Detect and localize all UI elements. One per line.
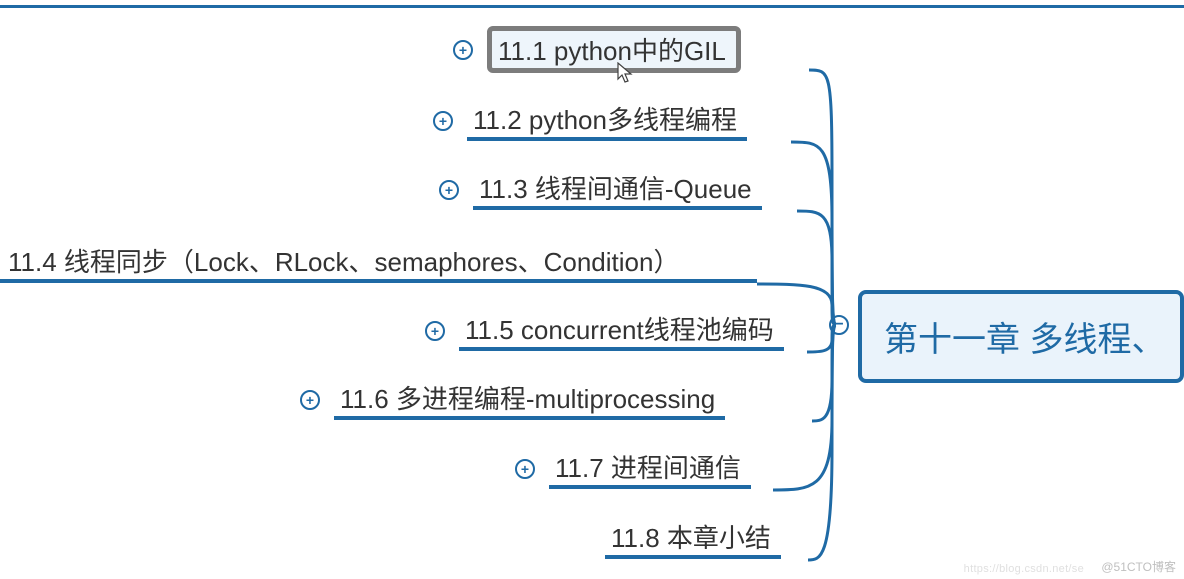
top-border	[0, 5, 1184, 8]
plus-icon[interactable]: +	[300, 390, 320, 410]
node-label: 11.2 python多线程编程	[467, 100, 747, 141]
plus-icon[interactable]: +	[433, 111, 453, 131]
mindmap-root-node[interactable]: 第十一章 多线程、	[858, 290, 1184, 383]
mindmap-node-11-8[interactable]: 11.8 本章小结	[605, 518, 781, 559]
plus-icon[interactable]: +	[425, 321, 445, 341]
node-label: 11.1 python中的GIL	[492, 30, 736, 72]
node-label: 11.3 线程间通信-Queue	[473, 169, 762, 210]
plus-icon[interactable]: +	[439, 180, 459, 200]
node-label: 11.7 进程间通信	[549, 448, 751, 489]
watermark-url: https://blog.csdn.net/se	[964, 563, 1084, 575]
mindmap-node-11-5[interactable]: + 11.5 concurrent线程池编码	[425, 310, 784, 351]
watermark-text: @51CTO博客	[1101, 558, 1176, 575]
node-label: 11.8 本章小结	[605, 518, 781, 559]
mindmap-node-11-2[interactable]: + 11.2 python多线程编程	[433, 100, 747, 141]
node-label: 11.6 多进程编程-multiprocessing	[334, 379, 725, 420]
collapse-toggle[interactable]: −	[829, 315, 849, 335]
plus-icon[interactable]: +	[515, 459, 535, 479]
node-label: 11.4 线程同步（Lock、RLock、semaphores、Conditio…	[0, 242, 689, 283]
node-label: 11.5 concurrent线程池编码	[459, 310, 784, 351]
mindmap-node-11-1[interactable]: + 11.1 python中的GIL	[453, 26, 741, 73]
mindmap-node-11-7[interactable]: + 11.7 进程间通信	[515, 448, 751, 489]
mindmap-node-11-4[interactable]: 11.4 线程同步（Lock、RLock、semaphores、Conditio…	[0, 242, 757, 283]
mindmap-node-11-6[interactable]: + 11.6 多进程编程-multiprocessing	[300, 379, 725, 420]
mindmap-node-11-3[interactable]: + 11.3 线程间通信-Queue	[439, 169, 762, 210]
minus-icon[interactable]: −	[829, 315, 849, 335]
plus-icon[interactable]: +	[453, 40, 473, 60]
root-title: 第十一章 多线程、	[884, 312, 1165, 361]
